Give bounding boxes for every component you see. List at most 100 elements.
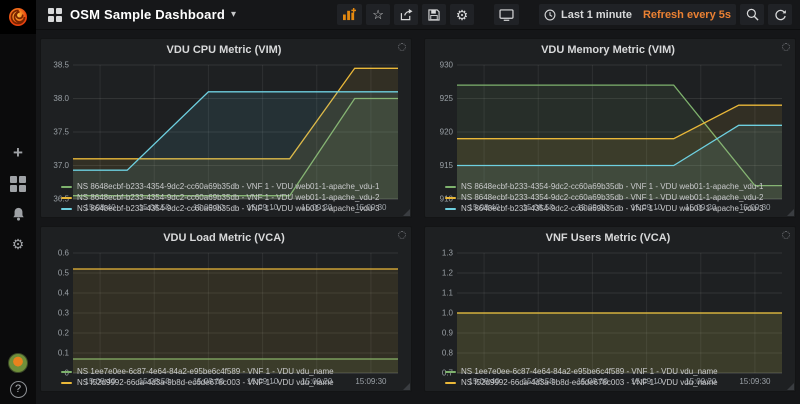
legend-series-name: NS f52d9992-66da-4d3a-9b8d-ec6de678c003 … [77,378,334,387]
help-icon[interactable]: ? [10,381,27,398]
share-button[interactable] [394,4,418,25]
legend-series-name: NS 8648ecbf-b233-4354-9dc2-cc60a69b35db … [461,182,763,191]
legend-color-dash [61,382,72,384]
loading-spinner-icon [782,43,790,51]
legend-color-dash [61,186,72,188]
panel-vdu-memory-metric: VDU Memory Metric (VIM) 9109159209259301… [424,38,796,218]
load-chart-legend: NS 1ee7e0ee-6c87-4e64-84a2-e95be6c4f589 … [43,365,405,388]
magnifier-icon [746,8,759,21]
share-icon [400,9,413,21]
svg-text:1.1: 1.1 [442,289,454,298]
users-chart[interactable]: 0.70.80.91.01.11.21.315:08:4015:08:5015:… [427,247,789,365]
dashboard-grid-icon[interactable] [48,8,62,22]
grafana-logo[interactable] [0,0,36,34]
memory-chart[interactable]: 91091592092593015:08:4015:08:5015:09:001… [427,59,789,180]
loading-spinner-icon [782,231,790,239]
legend-series-name: NS 8648ecbf-b233-4354-9dc2-cc60a69b35db … [461,193,763,202]
legend-item[interactable]: NS 8648ecbf-b233-4354-9dc2-cc60a69b35db … [61,181,405,192]
legend-color-dash [445,382,456,384]
legend-item[interactable]: NS 1ee7e0ee-6c87-4e64-84a2-e95be6c4f589 … [61,366,405,377]
sidebar: + ⚙ ? [0,0,36,404]
svg-text:925: 925 [440,94,454,103]
legend-item[interactable]: NS 1ee7e0ee-6c87-4e64-84a2-e95be6c4f589 … [445,366,789,377]
monitor-icon [499,9,514,21]
dashboard-title[interactable]: OSM Sample Dashboard [70,7,225,22]
svg-text:0.5: 0.5 [58,269,70,278]
cpu-chart[interactable]: 36.537.037.538.038.515:08:4015:08:5015:0… [43,59,405,180]
svg-text:1.2: 1.2 [442,269,454,278]
legend-item[interactable]: NS f52d9992-66da-4d3a-9b8d-ec6de678c003 … [445,377,789,388]
svg-text:0.2: 0.2 [58,329,70,338]
panel-vnf-users-metric: VNF Users Metric (VCA) 0.70.80.91.01.11.… [424,226,796,392]
panel-header[interactable]: VDU Load Metric (VCA) [43,229,405,247]
legend-series-name: NS 8648ecbf-b233-4354-9dc2-cc60a69b35db … [461,204,763,213]
panel-header[interactable]: VDU Memory Metric (VIM) [427,41,789,59]
svg-text:38.0: 38.0 [53,94,69,103]
svg-text:0.3: 0.3 [58,309,70,318]
panel-vdu-cpu-metric: VDU CPU Metric (VIM) 36.537.037.538.038.… [40,38,412,218]
legend-series-name: NS 1ee7e0ee-6c87-4e64-84a2-e95be6c4f589 … [77,367,334,376]
star-button[interactable]: ☆ [366,4,390,25]
legend-series-name: NS 8648ecbf-b233-4354-9dc2-cc60a69b35db … [77,182,379,191]
legend-item[interactable]: NS 8648ecbf-b233-4354-9dc2-cc60a69b35db … [445,192,789,203]
svg-text:920: 920 [440,128,454,137]
save-button[interactable] [422,4,446,25]
panel-settings-button[interactable]: ⚙ [450,4,474,25]
legend-item[interactable]: NS 8648ecbf-b233-4354-9dc2-cc60a69b35db … [61,203,405,214]
panel-header[interactable]: VDU CPU Metric (VIM) [43,41,405,59]
loading-spinner-icon [398,43,406,51]
legend-color-dash [61,197,72,199]
svg-text:0.4: 0.4 [58,289,70,298]
user-avatar[interactable] [8,353,28,373]
svg-text:37.0: 37.0 [53,161,69,170]
time-range-label: Last 1 minute [561,9,632,21]
panel-title[interactable]: VDU Memory Metric (VIM) [541,44,675,56]
loading-spinner-icon [398,231,406,239]
legend-color-dash [445,208,456,210]
svg-text:0.9: 0.9 [442,329,454,338]
star-icon: ☆ [372,8,384,21]
legend-item[interactable]: NS 8648ecbf-b233-4354-9dc2-cc60a69b35db … [61,192,405,203]
legend-series-name: NS f52d9992-66da-4d3a-9b8d-ec6de678c003 … [461,378,718,387]
legend-series-name: NS 8648ecbf-b233-4354-9dc2-cc60a69b35db … [77,193,379,202]
panel-title[interactable]: VDU Load Metric (VCA) [163,232,285,244]
clock-icon [544,9,556,21]
legend-color-dash [445,197,456,199]
panel-title[interactable]: VDU CPU Metric (VIM) [167,44,282,56]
legend-series-name: NS 8648ecbf-b233-4354-9dc2-cc60a69b35db … [77,204,379,213]
panel-vdu-load-metric: VDU Load Metric (VCA) 00.10.20.30.40.50.… [40,226,412,392]
add-panel-button[interactable] [337,4,362,25]
dashboard-grid: VDU CPU Metric (VIM) 36.537.037.538.038.… [36,30,800,404]
zoom-out-button[interactable] [740,4,764,25]
legend-color-dash [61,208,72,210]
save-floppy-icon [428,9,440,21]
panel-header[interactable]: VNF Users Metric (VCA) [427,229,789,247]
legend-item[interactable]: NS 8648ecbf-b233-4354-9dc2-cc60a69b35db … [445,181,789,192]
legend-item[interactable]: NS 8648ecbf-b233-4354-9dc2-cc60a69b35db … [445,203,789,214]
svg-text:1.3: 1.3 [442,249,454,258]
panel-title[interactable]: VNF Users Metric (VCA) [546,232,671,244]
memory-chart-legend: NS 8648ecbf-b233-4354-9dc2-cc60a69b35db … [427,180,789,214]
dashboards-icon[interactable] [7,175,29,193]
create-plus-icon[interactable]: + [7,144,29,162]
svg-text:37.5: 37.5 [53,128,69,137]
alerting-bell-icon[interactable] [7,206,29,224]
refresh-icon [774,9,787,21]
time-range-picker[interactable]: Last 1 minute Refresh every 5s [539,4,736,25]
legend-item[interactable]: NS f52d9992-66da-4d3a-9b8d-ec6de678c003 … [61,377,405,388]
svg-text:0.8: 0.8 [442,349,454,358]
refresh-interval-label: Refresh every 5s [643,9,731,21]
legend-color-dash [61,371,72,373]
svg-text:0.6: 0.6 [58,249,70,258]
svg-text:930: 930 [440,61,454,70]
refresh-button[interactable] [768,4,792,25]
configuration-gear-icon[interactable]: ⚙ [7,237,29,255]
users-chart-legend: NS 1ee7e0ee-6c87-4e64-84a2-e95be6c4f589 … [427,365,789,388]
legend-color-dash [445,371,456,373]
gear-icon: ⚙ [456,8,469,22]
svg-text:0.1: 0.1 [58,349,70,358]
cpu-chart-legend: NS 8648ecbf-b233-4354-9dc2-cc60a69b35db … [43,180,405,214]
load-chart[interactable]: 00.10.20.30.40.50.615:08:4015:08:5015:09… [43,247,405,365]
caret-down-icon[interactable]: ▾ [231,9,236,20]
tv-mode-button[interactable] [494,4,519,25]
